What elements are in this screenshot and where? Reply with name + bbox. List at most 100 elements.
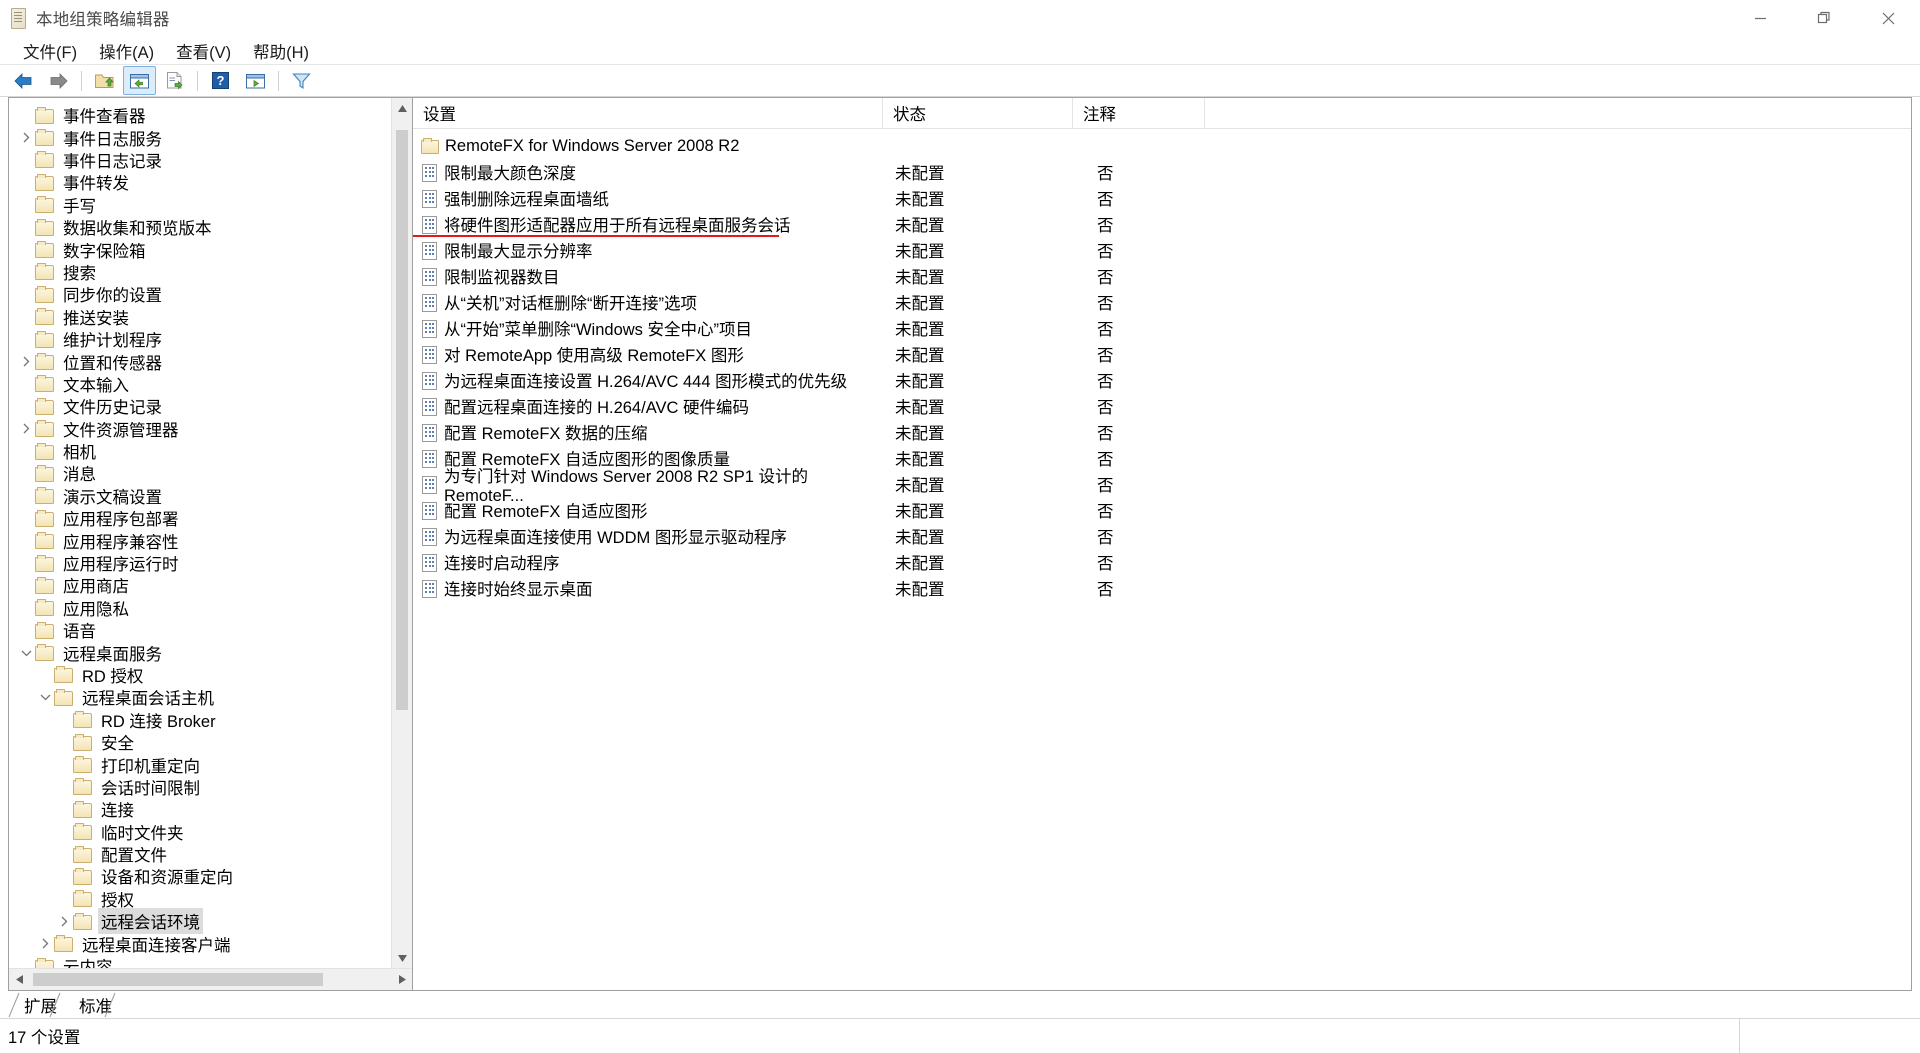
menu-file[interactable]: 文件(F)	[12, 36, 88, 66]
tree-horizontal-scrollbar[interactable]	[9, 968, 412, 990]
tree-node[interactable]: 配置文件	[9, 843, 391, 865]
maximize-button[interactable]	[1792, 0, 1856, 36]
tree-node[interactable]: 设备和资源重定向	[9, 865, 391, 887]
folder-icon	[35, 308, 54, 326]
properties-button[interactable]	[239, 66, 272, 95]
scroll-right-icon[interactable]	[392, 969, 412, 989]
table-row[interactable]: 限制最大颜色深度 未配置 否	[413, 159, 1911, 185]
tree-node[interactable]: 文件资源管理器	[9, 417, 391, 440]
table-row[interactable]: 从“关机”对话框删除“断开连接”选项 未配置 否	[413, 289, 1911, 315]
tree-node[interactable]: 应用隐私	[9, 597, 391, 619]
scroll-left-icon[interactable]	[9, 970, 29, 990]
chevron-down-icon[interactable]	[17, 642, 35, 664]
tree-node[interactable]: 相机	[9, 440, 391, 462]
tree-node[interactable]: 推送安装	[9, 306, 391, 328]
column-header-state[interactable]: 状态	[883, 98, 1073, 128]
scroll-up-icon[interactable]	[392, 98, 412, 118]
tree-node[interactable]: 应用程序包部署	[9, 507, 391, 529]
tree-node[interactable]: 数字保险箱	[9, 238, 391, 261]
tree-node[interactable]: 搜索	[9, 261, 391, 283]
table-row[interactable]: 配置远程桌面连接的 H.264/AVC 硬件编码 未配置 否	[413, 393, 1911, 419]
table-row[interactable]: 限制最大显示分辨率 未配置 否	[413, 237, 1911, 263]
folder-icon	[73, 711, 92, 729]
export-list-button[interactable]	[158, 66, 191, 95]
settings-list-panel: 设置 状态 注释 RemoteFX for Windows Server 200…	[412, 97, 1912, 991]
tree-node[interactable]: 文件历史记录	[9, 395, 391, 417]
setting-name: 配置 RemoteFX 数据的压缩	[444, 425, 648, 443]
back-button[interactable]	[7, 66, 40, 95]
chevron-right-icon[interactable]	[17, 418, 35, 440]
tree-scrollbar-thumb[interactable]	[396, 130, 408, 710]
up-one-level-button[interactable]	[88, 66, 121, 95]
tab-standard[interactable]: 标准	[63, 992, 116, 1018]
table-row[interactable]: 配置 RemoteFX 自适应图形 未配置 否	[413, 497, 1911, 523]
close-button[interactable]	[1856, 0, 1920, 36]
table-row[interactable]: RemoteFX for Windows Server 2008 R2	[413, 133, 1911, 159]
tree-node[interactable]: 消息	[9, 462, 391, 484]
show-hide-console-tree-button[interactable]	[123, 66, 156, 95]
tree-node[interactable]: 远程桌面会话主机	[9, 686, 391, 708]
tree-node[interactable]: 同步你的设置	[9, 283, 391, 305]
tree-node[interactable]: 打印机重定向	[9, 753, 391, 776]
table-row[interactable]: 为远程桌面连接设置 H.264/AVC 444 图形模式的优先级 未配置 否	[413, 367, 1911, 393]
tree-node[interactable]: 演示文稿设置	[9, 485, 391, 507]
forward-button[interactable]	[42, 66, 75, 95]
tree-node[interactable]: 维护计划程序	[9, 328, 391, 350]
menu-action[interactable]: 操作(A)	[88, 36, 165, 66]
table-row[interactable]: 从“开始”菜单删除“Windows 安全中心”项目 未配置 否	[413, 315, 1911, 341]
column-header-comment[interactable]: 注释	[1073, 98, 1205, 128]
tab-extended[interactable]: 扩展	[8, 992, 61, 1018]
tree-node[interactable]: 语音	[9, 619, 391, 641]
table-row[interactable]: 将硬件图形适配器应用于所有远程桌面服务会话 未配置 否	[413, 211, 1911, 237]
tree-node[interactable]: 安全	[9, 731, 391, 753]
table-row[interactable]: 配置 RemoteFX 数据的压缩 未配置 否	[413, 419, 1911, 445]
menu-view[interactable]: 查看(V)	[165, 36, 242, 66]
minimize-button[interactable]	[1728, 0, 1792, 36]
column-header-setting[interactable]: 设置	[413, 98, 883, 128]
chevron-right-icon[interactable]	[17, 127, 35, 149]
folder-icon	[35, 285, 54, 303]
menu-help[interactable]: 帮助(H)	[242, 36, 320, 66]
tree-node[interactable]: 应用程序兼容性	[9, 529, 391, 552]
filter-button[interactable]	[285, 66, 318, 95]
tree-node[interactable]: 授权	[9, 888, 391, 910]
tree-node[interactable]: 会话时间限制	[9, 776, 391, 798]
tree-node[interactable]: 位置和传感器	[9, 350, 391, 373]
scroll-down-icon[interactable]	[392, 948, 412, 968]
tree-node[interactable]: 远程桌面连接客户端	[9, 932, 391, 955]
tree-node[interactable]: 应用程序运行时	[9, 552, 391, 574]
table-row[interactable]: 连接时启动程序 未配置 否	[413, 549, 1911, 575]
tree-node[interactable]: 云内容	[9, 955, 391, 968]
table-row[interactable]: 连接时始终显示桌面 未配置 否	[413, 575, 1911, 601]
tree-node[interactable]: 临时文件夹	[9, 821, 391, 843]
tree-node[interactable]: 事件日志服务	[9, 126, 391, 149]
tree-node[interactable]: 事件转发	[9, 171, 391, 193]
tree-node[interactable]: 手写	[9, 194, 391, 216]
table-row[interactable]: 为专门针对 Windows Server 2008 R2 SP1 设计的 Rem…	[413, 468, 1911, 505]
table-row[interactable]: 强制删除远程桌面墙纸 未配置 否	[413, 185, 1911, 211]
tree-node[interactable]: 连接	[9, 798, 391, 820]
tree-node[interactable]: 远程会话环境	[9, 908, 391, 935]
chevron-right-icon[interactable]	[17, 350, 35, 372]
tree-node[interactable]: RD 连接 Broker	[9, 709, 391, 731]
tree-hscrollbar-thumb[interactable]	[33, 973, 323, 986]
tree-node[interactable]: 文本输入	[9, 373, 391, 395]
folder-icon	[35, 487, 54, 505]
chevron-right-icon[interactable]	[36, 933, 54, 955]
cell-comment: 否	[1097, 165, 1114, 183]
tree-node[interactable]: 事件日志记录	[9, 149, 391, 171]
chevron-right-icon[interactable]	[55, 910, 73, 932]
table-row[interactable]: 限制监视器数目 未配置 否	[413, 263, 1911, 289]
arrow-left-icon	[14, 72, 32, 89]
chevron-down-icon[interactable]	[36, 686, 54, 708]
tree-node[interactable]: 远程桌面服务	[9, 641, 391, 664]
tree-node[interactable]: 数据收集和预览版本	[9, 216, 391, 238]
tree-node[interactable]: RD 授权	[9, 664, 391, 686]
tree-node[interactable]: 应用商店	[9, 574, 391, 596]
tree-vertical-scrollbar[interactable]	[391, 98, 412, 968]
help-button[interactable]: ?	[204, 66, 237, 95]
table-row[interactable]: 为远程桌面连接使用 WDDM 图形显示驱动程序 未配置 否	[413, 523, 1911, 549]
table-row[interactable]: 对 RemoteApp 使用高级 RemoteFX 图形 未配置 否	[413, 341, 1911, 367]
tree-node[interactable]: 事件查看器	[9, 104, 391, 126]
